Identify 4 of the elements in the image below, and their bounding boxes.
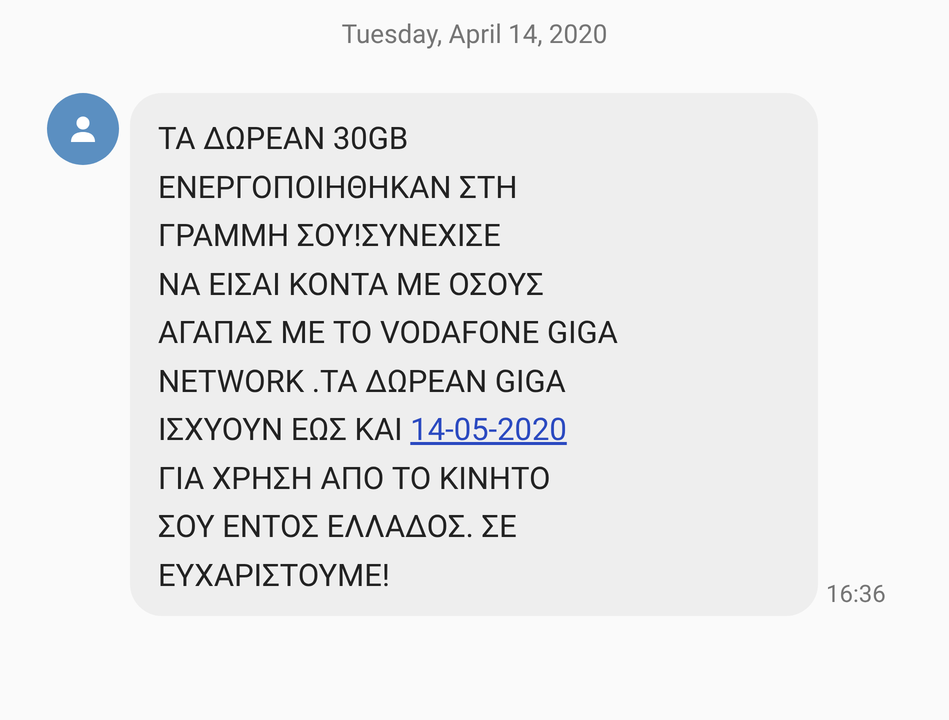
- message-text: ΤΑ ΔΩΡΕΑΝ 30GB ΕΝΕΡΓΟΠΟΙΗΘΗΚΑΝ ΣΤΗ ΓΡΑΜΜΗ ΣΟΥ!ΣΥΝΕΧΙΣΕ ΝΑ ΕΙΣΑΙ ΚΟΝΤΑ ΜΕ ΟΣΟΥΣ ΑΓΑΠΑΣ ΜΕ ΤΟ VODAFONE GIGA NETWORK .ΤΑ ΔΩΡΕΑΝ GIGA ΙΣΧΥΟΥΝ ΕΩΣ ΚΑΙ 14-05-2020 ΓΙΑ ΧΡΗΣΗ ΑΠΟ ΤΟ ΚΙΝΗΤΟ ΣΟΥ ΕΝΤΟΣ ΕΛΛΑΔΟΣ. ΣΕ ΕΥΧΑΡΙΣΤΟΥΜΕ!: [158, 119, 619, 596]
- message-time: 16:36: [826, 579, 886, 610]
- date-link[interactable]: 14-05-2020: [410, 411, 567, 448]
- date-header: Tuesday, April 14, 2020: [342, 19, 608, 52]
